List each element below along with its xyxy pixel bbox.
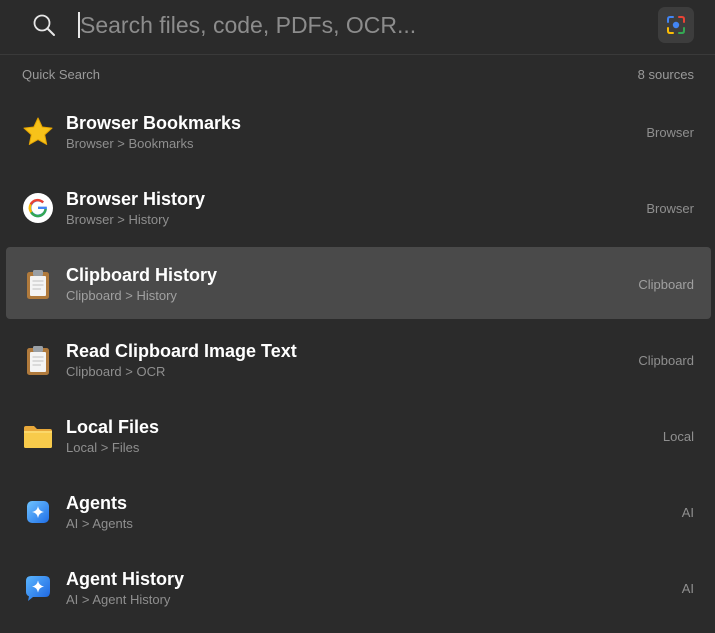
quick-search-window: Quick Search 8 sources Browser Bookmarks… <box>0 0 715 633</box>
result-path: Browser > History <box>66 212 169 227</box>
section-title: Quick Search <box>22 67 101 82</box>
result-title: Local Files <box>66 417 160 437</box>
result-list: Browser Bookmarks Browser > Bookmarks Br… <box>0 94 715 626</box>
result-title: Browser Bookmarks <box>66 113 242 133</box>
result-item-agent-history[interactable]: Agent History AI > Agent History AI <box>0 550 715 626</box>
result-source: Clipboard <box>638 277 694 292</box>
result-source: Local <box>662 429 694 444</box>
result-title: Clipboard History <box>66 265 218 285</box>
folder-icon <box>22 420 54 452</box>
result-title: Read Clipboard Image Text <box>66 341 297 361</box>
google-icon <box>22 192 54 224</box>
result-source: AI <box>681 581 694 596</box>
result-title: Agents <box>66 493 128 513</box>
result-item-local-files[interactable]: Local Files Local > Files Local <box>0 398 715 474</box>
star-icon <box>22 116 54 148</box>
search-icon <box>32 13 56 37</box>
result-title: Agent History <box>66 569 185 589</box>
result-path: AI > Agents <box>66 516 133 531</box>
result-item-browser-history[interactable]: Browser History Browser > History Browse… <box>0 170 715 246</box>
result-item-browser-bookmarks[interactable]: Browser Bookmarks Browser > Bookmarks Br… <box>0 94 715 170</box>
search-bar <box>0 0 715 55</box>
result-path: Browser > Bookmarks <box>66 136 194 151</box>
result-item-clipboard-history[interactable]: Clipboard History Clipboard > History Cl… <box>0 246 715 322</box>
result-source: Browser <box>646 125 694 140</box>
result-source: Clipboard <box>638 353 694 368</box>
result-source: AI <box>681 505 694 520</box>
result-path: Clipboard > OCR <box>66 364 166 379</box>
result-item-agents[interactable]: Agents AI > Agents AI <box>0 474 715 550</box>
sparkle-bubble-icon <box>22 572 54 604</box>
lens-icon <box>667 16 685 34</box>
clipboard-icon <box>22 268 54 300</box>
sources-count: 8 sources <box>637 67 694 82</box>
clipboard-icon <box>22 344 54 376</box>
sparkle-icon <box>22 496 54 528</box>
result-title: Browser History <box>66 189 206 209</box>
search-input[interactable] <box>80 8 640 42</box>
result-path: Clipboard > History <box>66 288 177 303</box>
result-source: Browser <box>646 201 694 216</box>
result-path: AI > Agent History <box>66 592 171 607</box>
result-item-read-clipboard-image-text[interactable]: Read Clipboard Image Text Clipboard > OC… <box>0 322 715 398</box>
result-path: Local > Files <box>66 440 140 455</box>
visual-search-button[interactable] <box>658 7 694 43</box>
section-header: Quick Search 8 sources <box>0 56 715 92</box>
